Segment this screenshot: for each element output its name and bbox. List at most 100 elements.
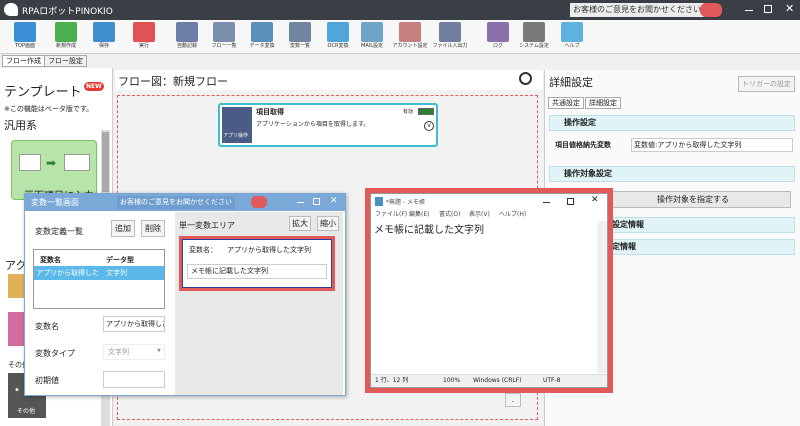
section-operation[interactable]: 操作設定	[549, 115, 795, 131]
node-expand-icon[interactable]: v	[424, 121, 434, 131]
node-icon-label: アプリ操作	[223, 133, 249, 139]
col-header-type: データ型	[106, 256, 134, 264]
card-var-name: アプリから取得した文字列	[227, 246, 311, 254]
card-var-label: 変数名：	[189, 246, 217, 254]
notepad-scrollbar[interactable]	[597, 221, 607, 373]
specify-target-button[interactable]: 操作対象を指定する	[595, 191, 791, 208]
menu-help[interactable]: ヘルプ(H)	[499, 209, 526, 218]
notepad-text-area[interactable]: メモ帳に記載した文字列	[374, 221, 484, 236]
add-button[interactable]: 追加	[111, 220, 135, 237]
menu-view[interactable]: 表示(V)	[469, 209, 490, 218]
dialog-minimize-icon[interactable]	[297, 202, 304, 203]
store-var-field[interactable]: 変数値:アプリから取得した文字列	[631, 138, 793, 152]
toolbar-button-7[interactable]: 変数一覧	[280, 20, 320, 54]
canvas-more-button[interactable]: .	[505, 393, 521, 407]
flow-header: フロー図：新規フロー	[115, 70, 543, 90]
trigger-settings-button[interactable]: トリガーの設定	[738, 76, 795, 92]
toolbar-icon-11	[439, 22, 461, 42]
tab-common-settings[interactable]: 共通設定	[548, 97, 584, 109]
beta-note: ※この機能はベータ版です。	[4, 105, 94, 113]
arrow-right-icon: ➡	[46, 156, 57, 170]
close-icon[interactable]: ✕	[785, 2, 794, 15]
dialog-feedback-link[interactable]: お客様のご意見をお聞かせください	[117, 196, 235, 209]
feedback-link[interactable]: お客様のご意見をお聞かせください	[570, 3, 704, 17]
toolbar-icon-4	[176, 22, 198, 42]
toolbar-icon-0	[14, 22, 36, 42]
toolbar-icon-14	[561, 22, 583, 42]
toolbar-button-5[interactable]: フロー一覧	[204, 20, 244, 54]
scroll-thumb[interactable]	[102, 132, 109, 192]
toolbar-button-3[interactable]: 実行	[124, 20, 164, 54]
toolbar-icon-10	[399, 22, 421, 42]
toolbar-button-13[interactable]: システム設定	[514, 20, 554, 54]
flow-node[interactable]: アプリ操作 項目取得 有効 アプリケーションから項目を取得します。 v	[218, 103, 438, 147]
toolbar-button-9[interactable]: MAIL設定	[352, 20, 392, 54]
shrink-button[interactable]: 縮小	[317, 216, 339, 231]
mouse-icon	[19, 154, 41, 171]
maximize-icon[interactable]	[764, 5, 772, 13]
dialog-heart-icon[interactable]	[251, 196, 267, 208]
var-type-label: 変数タイプ	[35, 349, 75, 358]
category-general: 汎用系	[4, 119, 37, 132]
template-card-input[interactable]: ➡ 画面項目に入力	[11, 140, 97, 202]
toolbar-button-2[interactable]: 保存	[84, 20, 124, 54]
node-toggle[interactable]	[418, 108, 434, 115]
section-target[interactable]: 操作対象設定	[549, 166, 795, 182]
var-name-field[interactable]: アプリから取得した	[103, 316, 165, 332]
var-type-select[interactable]: 文字列	[103, 344, 165, 360]
toolbar-button-1[interactable]: 新規作成	[46, 20, 86, 54]
toolbar-button-0[interactable]: TOP画面	[5, 20, 45, 54]
toolbar-button-4[interactable]: 自動記録	[167, 20, 207, 54]
var-name-label: 変数名	[35, 322, 59, 331]
notepad-menubar: ファイル(F) 編集(E) 書式(O) 表示(V) ヘルプ(H)	[371, 209, 607, 219]
node-title: 項目取得	[256, 108, 284, 116]
menu-format[interactable]: 書式(O)	[439, 209, 460, 218]
dialog-title: 変数一覧画面	[31, 198, 79, 207]
initial-value-label: 初期値	[35, 376, 59, 385]
search-icon[interactable]	[519, 72, 532, 85]
dialog-close-icon[interactable]: ✕	[330, 196, 338, 206]
toolbar-icon-8	[327, 22, 349, 42]
delete-button[interactable]: 削除	[141, 220, 165, 237]
tab-flow-settings[interactable]: フロー設定	[44, 55, 87, 67]
toolbar-label-12: ログ	[492, 43, 503, 49]
variable-card[interactable]: 変数名： アプリから取得した文字列 メモ帳に記載した文字列	[179, 236, 335, 291]
toolbar-button-12[interactable]: ログ	[478, 20, 518, 54]
toolbar-label-6: データ変換	[249, 43, 275, 49]
toolbar-label-14: ヘルプ	[564, 43, 580, 49]
toolbar-button-14[interactable]: ヘルプ	[552, 20, 592, 54]
feedback-heart-icon[interactable]	[700, 3, 722, 17]
toolbar-label-3: 実行	[138, 43, 149, 49]
toolbar-label-0: TOP画面	[14, 43, 35, 49]
notepad-close-icon[interactable]: ✕	[591, 195, 599, 205]
initial-value-field[interactable]	[103, 371, 165, 388]
notepad-minimize-icon[interactable]	[543, 202, 550, 203]
status-position: 1 行、12 列	[375, 377, 409, 384]
dialog-maximize-icon[interactable]	[313, 198, 320, 205]
keyboard-icon	[64, 154, 90, 171]
notepad-statusbar: 1 行、12 列 100% Windows (CRLF) UTF-8	[371, 374, 607, 387]
expand-button[interactable]: 拡大	[289, 216, 311, 231]
menu-edit[interactable]: 編集(E)	[409, 209, 429, 218]
toolbar-label-4: 自動記録	[176, 43, 197, 49]
other-card-label: その他	[17, 408, 36, 415]
notepad-frame: *無題 - メモ帳 ✕ ファイル(F) 編集(E) 書式(O) 表示(V) ヘル…	[365, 188, 613, 393]
variable-card-inner: 変数名： アプリから取得した文字列 メモ帳に記載した文字列	[182, 239, 332, 288]
toolbar-icon-12	[487, 22, 509, 42]
toolbar-label-7: 変数一覧	[289, 43, 310, 49]
tab-detail-settings[interactable]: 詳細設定	[585, 97, 621, 109]
toolbar-icon-7	[289, 22, 311, 42]
toolbar-button-10[interactable]: アカウント設定	[390, 20, 430, 54]
toolbar-icon-5	[213, 22, 235, 42]
minimize-icon[interactable]	[745, 10, 753, 11]
tab-flow-create[interactable]: フロー作成	[2, 55, 45, 67]
toolbar-button-6[interactable]: データ変換	[242, 20, 282, 54]
toolbar-button-11[interactable]: ファイル入出力	[430, 20, 470, 54]
notepad-maximize-icon[interactable]	[567, 198, 574, 205]
menu-file[interactable]: ファイル(F)	[375, 209, 407, 218]
app-title: RPAロボットPINOKIO	[22, 7, 113, 17]
dialog-titlebar: 変数一覧画面 お客様のご意見をお聞かせください ✕	[25, 194, 345, 211]
table-row[interactable]: アプリから取得した 文字列	[34, 266, 164, 280]
toolbar-label-10: アカウント設定	[392, 43, 428, 49]
node-desc: アプリケーションから項目を取得します。	[256, 121, 370, 128]
